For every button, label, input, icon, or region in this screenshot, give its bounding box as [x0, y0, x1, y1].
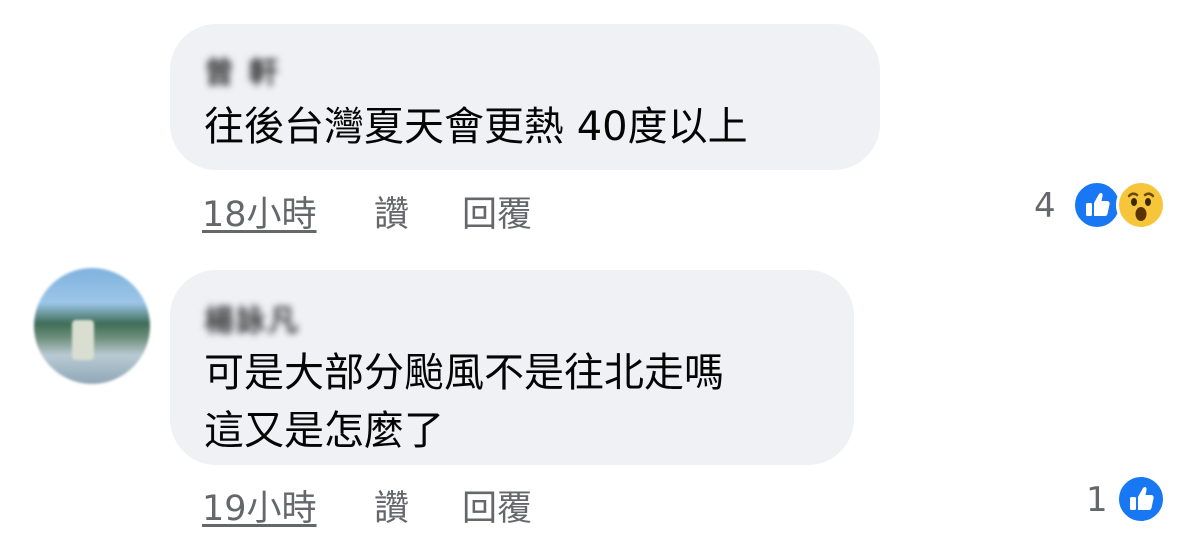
- like-button[interactable]: 讚: [374, 480, 409, 531]
- reply-button[interactable]: 回覆: [462, 480, 532, 531]
- comment-author[interactable]: 曾 軒: [204, 48, 280, 92]
- comment-bubble: 曾 軒 往後台灣夏天會更熱 40度以上: [170, 24, 880, 170]
- comment-actions: 18小時 讚 回覆: [202, 186, 602, 235]
- avatar[interactable]: [34, 268, 150, 384]
- comment-actions: 19小時 讚 回覆: [202, 480, 602, 529]
- comment-author[interactable]: 楊詠凡: [204, 296, 300, 340]
- like-reaction-icon[interactable]: [1072, 180, 1122, 230]
- reaction-count[interactable]: 1: [1086, 480, 1108, 520]
- comment-text: 往後台灣夏天會更熱 40度以上: [204, 104, 748, 150]
- comment-2: 楊詠凡 可是大部分颱風不是往北走嗎 這又是怎麼了 19小時 讚 回覆 1: [0, 260, 1200, 539]
- avatar[interactable]: [34, 22, 150, 138]
- reply-button[interactable]: 回覆: [462, 186, 532, 237]
- comment-time-link[interactable]: 18小時: [202, 186, 317, 237]
- comment-1: 曾 軒 往後台灣夏天會更熱 40度以上 18小時 讚 回覆 4: [0, 0, 1200, 260]
- reaction-count[interactable]: 4: [1034, 186, 1056, 226]
- like-button[interactable]: 讚: [374, 186, 409, 237]
- comment-time-link[interactable]: 19小時: [202, 480, 317, 531]
- comment-bubble: 楊詠凡 可是大部分颱風不是往北走嗎 這又是怎麼了: [170, 270, 854, 465]
- like-reaction-icon[interactable]: [1116, 474, 1166, 524]
- wow-reaction-icon[interactable]: [1116, 180, 1166, 230]
- comment-text: 可是大部分颱風不是往北走嗎 這又是怎麼了: [204, 350, 724, 454]
